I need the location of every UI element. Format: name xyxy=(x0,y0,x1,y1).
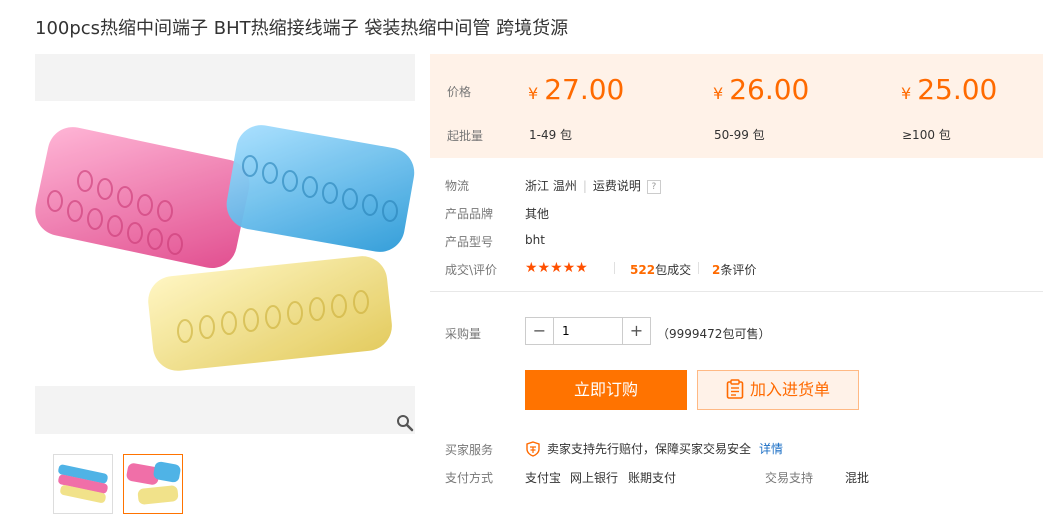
buyer-service-label: 买家服务 xyxy=(445,443,494,457)
price-label: 价格 xyxy=(447,85,472,99)
section-divider xyxy=(430,291,1043,292)
price-value: 27.00 xyxy=(544,73,625,106)
product-title: 100pcs热缩中间端子 BHT热缩接线端子 袋装热缩中间管 跨境货源 xyxy=(35,18,569,39)
price-tier-2: ¥26.00 xyxy=(713,73,809,106)
product-gallery xyxy=(35,54,415,434)
moq-tier-3: ≥100 包 xyxy=(902,128,951,142)
reviews-suffix: 条评价 xyxy=(720,263,757,277)
currency-symbol: ¥ xyxy=(901,84,912,103)
quantity-label: 采购量 xyxy=(445,327,482,341)
deals-number: 522 xyxy=(630,263,656,277)
payment-alipay: 支付宝 xyxy=(525,471,562,485)
buyer-service-text: 卖家支持先行赔付，保障买家交易安全 xyxy=(547,442,752,456)
model-label: 产品型号 xyxy=(445,235,494,249)
rating-stars: ★★★★★ xyxy=(525,260,588,276)
model-value: bht xyxy=(525,233,545,247)
help-icon[interactable]: ? xyxy=(646,179,661,194)
trade-support-label: 交易支持 xyxy=(765,471,814,485)
gallery-band-bottom xyxy=(35,386,415,434)
thumbnail-2[interactable] xyxy=(123,454,183,514)
price-value: 26.00 xyxy=(729,73,810,106)
stock-available: （9999472包可售） xyxy=(657,327,771,341)
trade-support-value: 混批 xyxy=(845,471,870,485)
buyer-service-value: 卖家支持先行赔付，保障买家交易安全 详情 xyxy=(525,440,783,457)
add-to-list-label: 加入进货单 xyxy=(749,380,830,399)
product-main-image[interactable] xyxy=(35,101,415,386)
shipping-info-link[interactable]: 运费说明 xyxy=(593,179,641,193)
logistics-label: 物流 xyxy=(445,179,470,193)
divider xyxy=(614,262,615,274)
logistics-location: 浙江 温州 xyxy=(525,179,577,193)
thumbnail-1-image xyxy=(58,464,108,503)
moq-label: 起批量 xyxy=(447,129,484,143)
divider xyxy=(698,262,699,274)
quantity-stepper: − + xyxy=(525,317,651,345)
reviews-count[interactable]: 2条评价 xyxy=(712,261,756,278)
deals-count[interactable]: 522包成交 xyxy=(630,261,691,278)
zoom-icon[interactable] xyxy=(396,414,414,432)
price-tier-1: ¥27.00 xyxy=(528,73,624,106)
rating-label: 成交\评价 xyxy=(445,263,498,277)
clipboard-icon xyxy=(726,378,744,399)
payment-credit-terms: 账期支付 xyxy=(628,471,677,485)
payment-online-banking: 网上银行 xyxy=(570,471,619,485)
price-value: 25.00 xyxy=(917,73,998,106)
payment-label: 支付方式 xyxy=(445,471,494,485)
add-to-list-button[interactable]: 加入进货单 xyxy=(697,370,859,410)
decrease-button[interactable]: − xyxy=(526,318,554,344)
brand-label: 产品品牌 xyxy=(445,207,494,221)
gallery-band-top xyxy=(35,54,415,101)
increase-button[interactable]: + xyxy=(622,318,650,344)
deals-suffix: 包成交 xyxy=(655,263,692,277)
quantity-input[interactable] xyxy=(554,318,622,344)
shield-icon xyxy=(526,440,540,457)
service-details-link[interactable]: 详情 xyxy=(759,442,783,456)
price-tier-3: ¥25.00 xyxy=(901,73,997,106)
divider: | xyxy=(582,179,587,193)
moq-tier-1: 1-49 包 xyxy=(529,128,573,142)
thumbnail-2-image xyxy=(126,461,181,505)
currency-symbol: ¥ xyxy=(713,84,724,103)
logistics-value: 浙江 温州 | 运费说明? xyxy=(525,177,661,194)
currency-symbol: ¥ xyxy=(528,84,539,103)
brand-value: 其他 xyxy=(525,207,550,221)
moq-tier-2: 50-99 包 xyxy=(714,128,765,142)
thumbnail-1[interactable] xyxy=(53,454,113,514)
buy-now-button[interactable]: 立即订购 xyxy=(525,370,687,410)
